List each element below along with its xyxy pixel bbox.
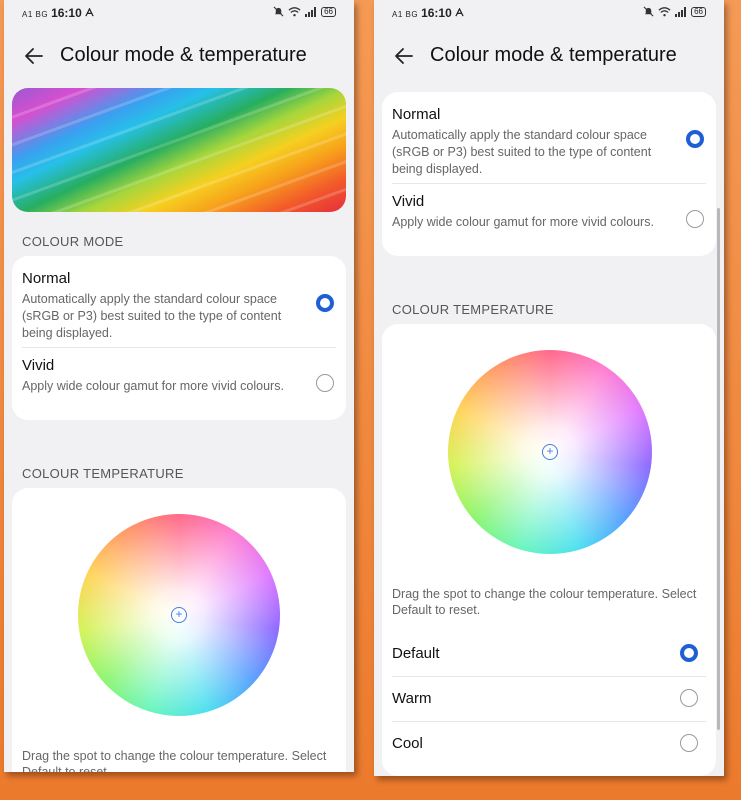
preset-default-label: Default xyxy=(392,645,440,662)
header: Colour mode & temperature xyxy=(374,40,724,72)
font-a-icon xyxy=(455,8,464,17)
carrier-label: A1 BG xyxy=(392,10,419,19)
screenshot-left: A1 BG 16:10 66 Colour mode & temperature… xyxy=(4,0,354,772)
preset-cool[interactable]: Cool xyxy=(392,722,706,766)
preset-cool-label: Cool xyxy=(392,735,423,752)
radio-default[interactable] xyxy=(680,644,698,662)
carrier-label: A1 BG xyxy=(22,10,49,19)
divider xyxy=(392,183,706,184)
colour-mode-section-label: COLOUR MODE xyxy=(22,234,124,249)
radio-vivid[interactable] xyxy=(316,374,334,392)
option-vivid[interactable]: Vivid Apply wide colour gamut for more v… xyxy=(392,193,706,231)
option-normal[interactable]: Normal Automatically apply the standard … xyxy=(22,270,336,342)
radio-normal[interactable] xyxy=(686,130,704,148)
preset-warm[interactable]: Warm xyxy=(392,677,706,721)
temperature-help-text: Drag the spot to change the colour tempe… xyxy=(392,587,697,617)
option-normal[interactable]: Normal Automatically apply the standard … xyxy=(392,106,706,178)
preset-warm-label: Warm xyxy=(392,690,432,707)
radio-vivid[interactable] xyxy=(686,210,704,228)
arrow-left-icon[interactable] xyxy=(22,44,46,68)
page-title: Colour mode & temperature xyxy=(60,44,307,66)
radio-cool[interactable] xyxy=(680,734,698,752)
wifi-icon xyxy=(288,7,301,17)
bell-off-icon xyxy=(273,6,284,17)
option-normal-description: Automatically apply the standard colour … xyxy=(22,292,282,340)
option-vivid-description: Apply wide colour gamut for more vivid c… xyxy=(392,215,654,229)
page-title: Colour mode & temperature xyxy=(430,44,677,66)
header: Colour mode & temperature xyxy=(4,40,354,72)
crosshair-icon[interactable]: + xyxy=(542,444,558,460)
option-vivid[interactable]: Vivid Apply wide colour gamut for more v… xyxy=(22,357,336,395)
screenshot-right: A1 BG 16:10 66 Colour mode & temperature… xyxy=(374,0,724,776)
signal-icon xyxy=(305,6,317,17)
arrow-left-icon[interactable] xyxy=(392,44,416,68)
rainbow-banner-image xyxy=(12,88,346,212)
status-bar: A1 BG 16:10 66 xyxy=(22,6,336,24)
signal-icon xyxy=(675,6,687,17)
colour-temperature-section-label: COLOUR TEMPERATURE xyxy=(22,466,184,481)
divider xyxy=(22,347,336,348)
option-vivid-title: Vivid xyxy=(392,193,425,210)
colour-temperature-card: + Drag the spot to change the colour tem… xyxy=(12,488,346,772)
preset-default[interactable]: Default xyxy=(392,632,706,676)
temperature-help-text: Drag the spot to change the colour tempe… xyxy=(22,749,327,772)
colour-mode-card: Normal Automatically apply the standard … xyxy=(12,256,346,420)
colour-temperature-card: + Drag the spot to change the colour tem… xyxy=(382,324,716,776)
battery-icon: 66 xyxy=(321,6,336,17)
wifi-icon xyxy=(658,7,671,17)
battery-icon: 66 xyxy=(691,6,706,17)
option-normal-description: Automatically apply the standard colour … xyxy=(392,128,652,176)
option-normal-title: Normal xyxy=(392,106,441,123)
colour-temperature-section-label: COLOUR TEMPERATURE xyxy=(392,302,554,317)
clock: 16:10 xyxy=(421,6,452,20)
status-bar: A1 BG 16:10 66 xyxy=(392,6,706,24)
bell-off-icon xyxy=(643,6,654,17)
crosshair-icon[interactable]: + xyxy=(171,607,187,623)
radio-warm[interactable] xyxy=(680,689,698,707)
option-vivid-description: Apply wide colour gamut for more vivid c… xyxy=(22,379,284,393)
option-normal-title: Normal xyxy=(22,270,71,287)
clock: 16:10 xyxy=(51,6,82,20)
radio-normal[interactable] xyxy=(316,294,334,312)
font-a-icon xyxy=(85,8,94,17)
scrollbar[interactable] xyxy=(717,208,720,730)
colour-mode-card: Normal Automatically apply the standard … xyxy=(382,92,716,256)
option-vivid-title: Vivid xyxy=(22,357,55,374)
